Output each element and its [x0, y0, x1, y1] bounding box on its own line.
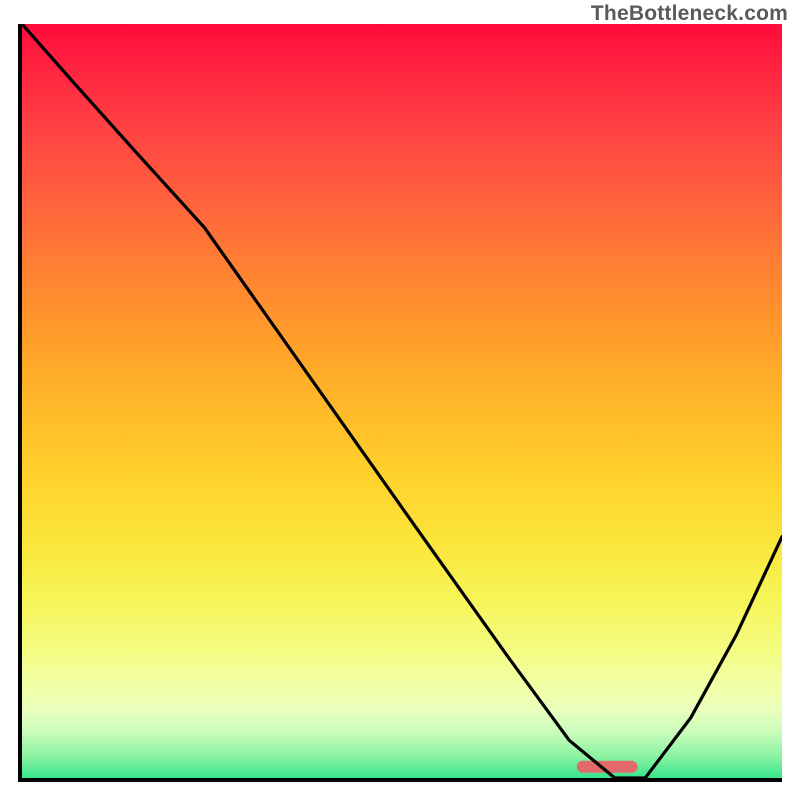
chart-overlay: [22, 24, 782, 778]
bottleneck-chart: [18, 24, 782, 782]
bottleneck-curve: [22, 24, 782, 778]
watermark-text: TheBottleneck.com: [591, 2, 788, 26]
